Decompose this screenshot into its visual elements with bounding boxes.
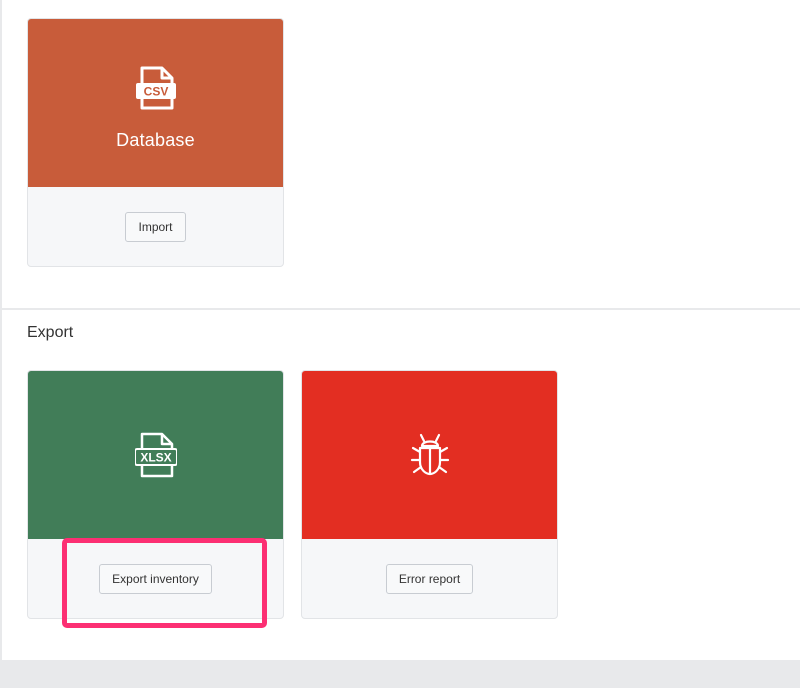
error-report-card: Error report: [301, 370, 558, 619]
database-card-footer: Import: [28, 187, 283, 266]
error-report-card-footer: Error report: [302, 539, 557, 618]
database-card-media: CSV Database: [28, 19, 283, 187]
import-button[interactable]: Import: [125, 211, 186, 242]
export-panel: Export XLSX Export inventory Error repor…: [2, 310, 800, 660]
export-inventory-card-footer: Export inventory: [28, 539, 283, 618]
error-report-card-media: [302, 371, 557, 539]
database-card: CSV Database Import: [27, 18, 284, 267]
bug-icon: [408, 432, 452, 478]
database-card-label: Database: [116, 129, 195, 150]
export-inventory-button[interactable]: Export inventory: [99, 563, 212, 594]
import-panel: CSV Database Import: [2, 0, 800, 308]
xlsx-file-icon: XLSX: [134, 432, 177, 478]
xlsx-icon-text: XLSX: [140, 451, 171, 465]
csv-file-icon: CSV: [135, 66, 176, 110]
error-report-button[interactable]: Error report: [385, 563, 474, 594]
export-inventory-card: XLSX Export inventory: [27, 370, 284, 619]
export-section-title: Export: [27, 324, 74, 341]
csv-icon-text: CSV: [143, 84, 168, 98]
export-inventory-card-media: XLSX: [28, 371, 283, 539]
